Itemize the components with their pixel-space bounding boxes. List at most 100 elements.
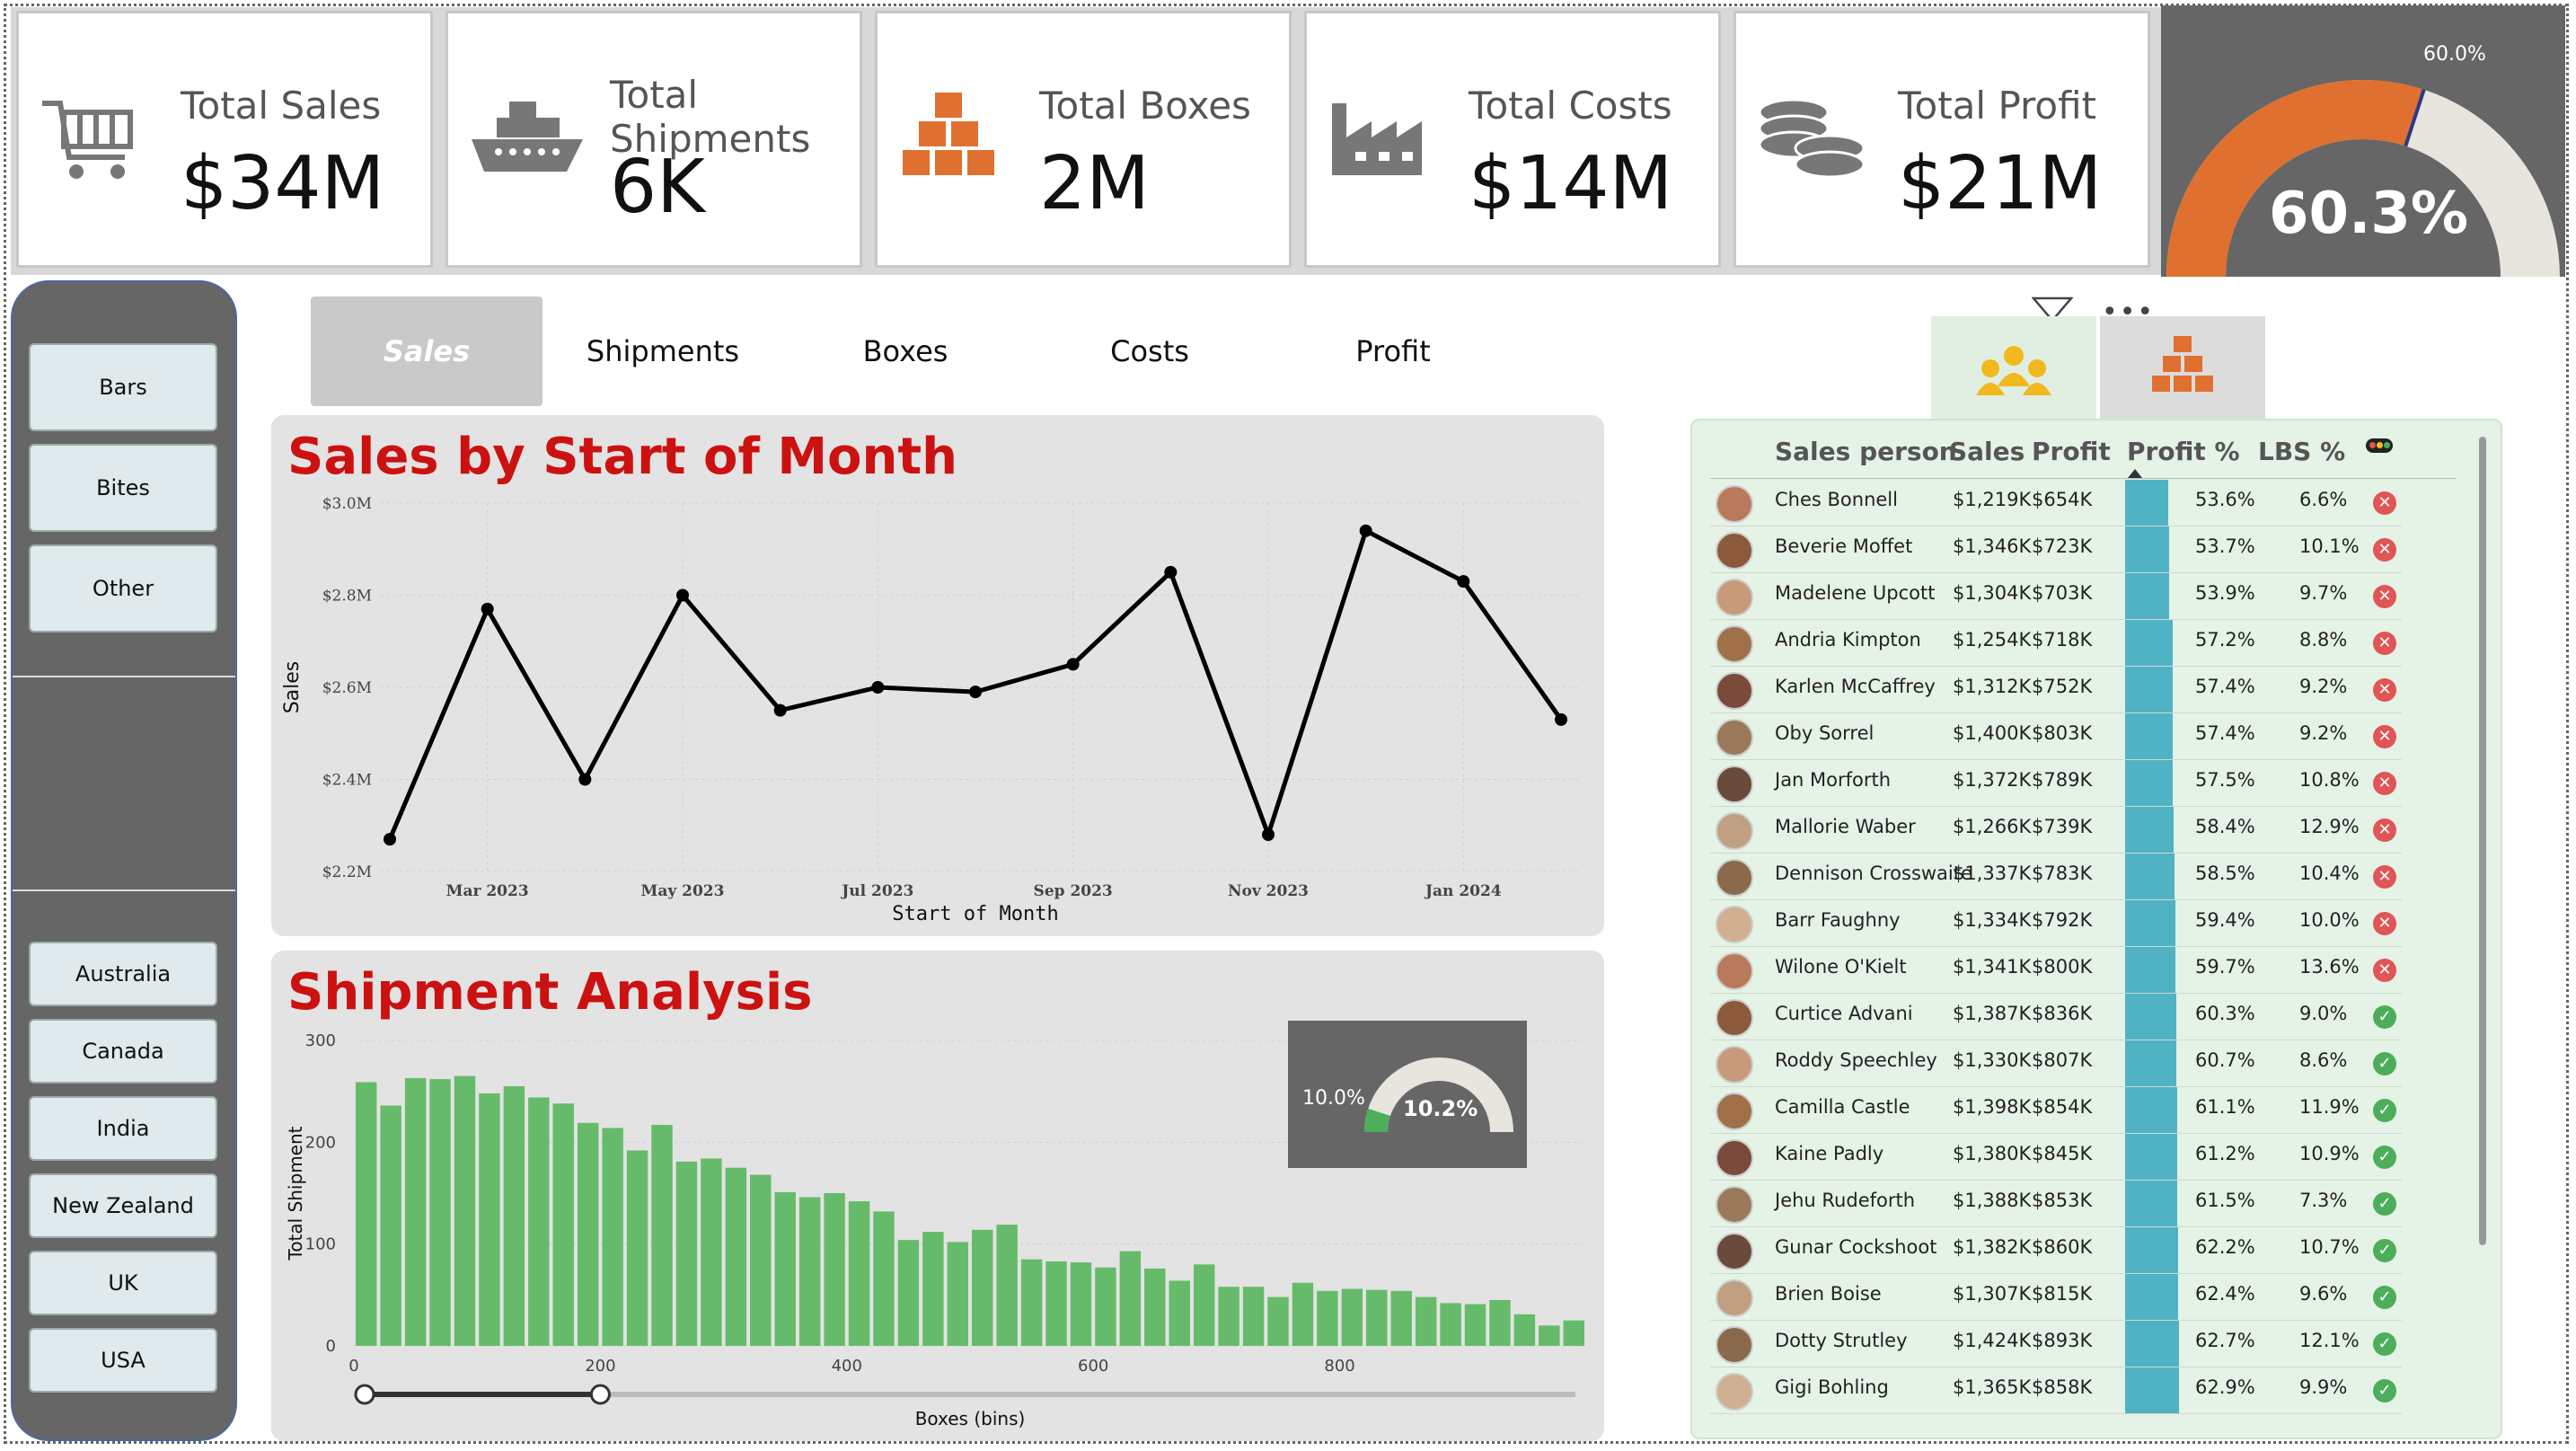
histogram-bar[interactable] xyxy=(651,1125,673,1346)
filter-country-india[interactable]: India xyxy=(29,1096,217,1161)
col-header-profit-pct[interactable]: Profit % xyxy=(2127,437,2240,466)
histogram-bar[interactable] xyxy=(996,1225,1018,1346)
histogram-bar[interactable] xyxy=(1317,1290,1338,1346)
tab-profit[interactable]: Profit xyxy=(1277,296,1509,406)
histogram-bar[interactable] xyxy=(1563,1320,1584,1346)
table-row[interactable]: Gigi Bohling $1,365K $858K 62.9% 9.9% ✓ xyxy=(1692,1367,2402,1414)
tab-boxes[interactable]: Boxes xyxy=(790,296,1021,406)
col-header-profit[interactable]: Profit xyxy=(2032,437,2111,466)
table-row[interactable]: Jan Morforth $1,372K $789K 57.5% 10.8% ✕ xyxy=(1692,760,2402,807)
histogram-bar[interactable] xyxy=(1020,1259,1043,1346)
histogram-bar[interactable] xyxy=(1366,1289,1388,1346)
table-row[interactable]: Dennison Crosswaite $1,337K $783K 58.5% … xyxy=(1692,854,2402,900)
tab-salespeople[interactable] xyxy=(1931,316,2096,422)
salesperson-table[interactable]: Sales person Sales Profit Profit % LBS %… xyxy=(1690,419,2502,1439)
histogram-bar[interactable] xyxy=(922,1232,944,1346)
histogram-bar[interactable] xyxy=(725,1167,747,1346)
table-row[interactable]: Camilla Castle $1,398K $854K 61.1% 11.9%… xyxy=(1692,1087,2402,1134)
histogram-bar[interactable] xyxy=(1218,1287,1239,1346)
histogram-bar[interactable] xyxy=(1539,1325,1560,1346)
histogram-bar[interactable] xyxy=(972,1229,993,1346)
tab-shipments[interactable]: Shipments xyxy=(547,296,779,406)
table-row[interactable]: Curtice Advani $1,387K $836K 60.3% 9.0% … xyxy=(1692,994,2402,1040)
histogram-bar[interactable] xyxy=(798,1197,821,1346)
line-point[interactable] xyxy=(1066,658,1080,671)
range-slider-handle-min[interactable] xyxy=(354,1384,375,1405)
histogram-bar[interactable] xyxy=(404,1077,427,1346)
line-point[interactable] xyxy=(871,681,885,694)
line-point[interactable] xyxy=(578,773,592,786)
kpi-card-total-boxes[interactable]: Total Boxes 2M xyxy=(875,11,1292,268)
line-point[interactable] xyxy=(384,833,396,846)
line-point[interactable] xyxy=(1164,565,1178,579)
histogram-bar[interactable] xyxy=(429,1079,451,1346)
histogram-bar[interactable] xyxy=(1390,1290,1412,1346)
filter-country-canada[interactable]: Canada xyxy=(29,1019,217,1084)
col-header-lbs-pct[interactable]: LBS % xyxy=(2258,437,2345,466)
table-row[interactable]: Beverie Moffet $1,346K $723K 53.7% 10.1%… xyxy=(1692,526,2402,573)
line-point[interactable] xyxy=(676,588,689,602)
histogram-bar[interactable] xyxy=(1292,1282,1314,1346)
kpi-card-total-sales[interactable]: Total Sales $34M xyxy=(16,11,433,268)
kpi-card-total-costs[interactable]: Total Costs $14M xyxy=(1304,11,1721,268)
table-row[interactable]: Barr Faughny $1,334K $792K 59.4% 10.0% ✕ xyxy=(1692,900,2402,947)
histogram-bar[interactable] xyxy=(848,1201,870,1346)
tab-sales[interactable]: Sales xyxy=(311,296,543,406)
shipment-gauge[interactable]: 10.0% 10.2% xyxy=(1288,1021,1527,1168)
table-row[interactable]: Gunar Cockshoot $1,382K $860K 62.2% 10.7… xyxy=(1692,1227,2402,1274)
line-point[interactable] xyxy=(481,602,494,615)
tab-boxes-view[interactable] xyxy=(2100,316,2265,422)
histogram-bar[interactable] xyxy=(552,1103,574,1346)
histogram-bar[interactable] xyxy=(1489,1300,1511,1346)
histogram-bar[interactable] xyxy=(528,1097,550,1346)
histogram-bar[interactable] xyxy=(1464,1304,1486,1346)
histogram-bar[interactable] xyxy=(873,1211,895,1346)
filter-country-new-zealand[interactable]: New Zealand xyxy=(29,1173,217,1238)
line-point[interactable] xyxy=(969,686,982,699)
table-row[interactable]: Andria Kimpton $1,254K $718K 57.2% 8.8% … xyxy=(1692,620,2402,667)
filter-product-bites[interactable]: Bites xyxy=(29,444,217,532)
line-point[interactable] xyxy=(1262,828,1275,841)
histogram-bar[interactable] xyxy=(1045,1261,1067,1346)
table-row[interactable]: Wilone O'Kielt $1,341K $800K 59.7% 13.6%… xyxy=(1692,947,2402,994)
histogram-bar[interactable] xyxy=(701,1158,722,1346)
table-row[interactable]: Mallorie Waber $1,266K $739K 58.4% 12.9%… xyxy=(1692,807,2402,854)
histogram-bar[interactable] xyxy=(1070,1262,1092,1346)
histogram-bar[interactable] xyxy=(1144,1268,1166,1346)
histogram-bar[interactable] xyxy=(897,1240,920,1346)
histogram-bar[interactable] xyxy=(1095,1267,1116,1346)
histogram-bar[interactable] xyxy=(454,1075,476,1346)
table-row[interactable]: Jehu Rudeforth $1,388K $853K 61.5% 7.3% … xyxy=(1692,1181,2402,1227)
histogram-bar[interactable] xyxy=(675,1161,698,1346)
table-row[interactable]: Madelene Upcott $1,304K $703K 53.9% 9.7%… xyxy=(1692,573,2402,620)
line-point[interactable] xyxy=(1457,575,1470,588)
table-row[interactable]: Kaine Padly $1,380K $845K 61.2% 10.9% ✓ xyxy=(1692,1134,2402,1181)
table-row[interactable]: Brien Boise $1,307K $815K 62.4% 9.6% ✓ xyxy=(1692,1274,2402,1321)
histogram-bar[interactable] xyxy=(1513,1314,1536,1346)
histogram-bar[interactable] xyxy=(1267,1296,1289,1346)
histogram-bar[interactable] xyxy=(1242,1287,1265,1346)
col-header-sales[interactable]: Sales xyxy=(1949,437,2025,466)
col-header-salesperson[interactable]: Sales person xyxy=(1775,437,1957,466)
histogram-bar[interactable] xyxy=(626,1150,648,1346)
table-row[interactable]: Ches Bonnell $1,219K $654K 53.6% 6.6% ✕ xyxy=(1692,480,2402,526)
histogram-bar[interactable] xyxy=(947,1242,968,1346)
histogram-bar[interactable] xyxy=(356,1082,377,1346)
table-row[interactable]: Roddy Speechley $1,330K $807K 60.7% 8.6%… xyxy=(1692,1040,2402,1087)
kpi-card-total-profit[interactable]: Total Profit $21M xyxy=(1734,11,2150,268)
profit-gauge[interactable]: 60.0% 60.3% xyxy=(2161,5,2565,278)
histogram-bar[interactable] xyxy=(1341,1288,1363,1346)
histogram-bar[interactable] xyxy=(824,1193,845,1346)
filter-country-uk[interactable]: UK xyxy=(29,1251,217,1315)
histogram-bar[interactable] xyxy=(774,1191,796,1346)
histogram-bar[interactable] xyxy=(503,1086,525,1346)
histogram-bar[interactable] xyxy=(602,1128,623,1346)
filter-country-australia[interactable]: Australia xyxy=(29,942,217,1006)
kpi-card-total-shipments[interactable]: Total Shipments 6K xyxy=(446,11,862,268)
filter-country-usa[interactable]: USA xyxy=(29,1328,217,1393)
histogram-bar[interactable] xyxy=(1440,1303,1461,1346)
histogram-bar[interactable] xyxy=(1415,1296,1437,1346)
line-point[interactable] xyxy=(773,703,787,717)
table-scrollbar[interactable] xyxy=(2479,437,2486,1245)
histogram-bar[interactable] xyxy=(577,1122,599,1346)
